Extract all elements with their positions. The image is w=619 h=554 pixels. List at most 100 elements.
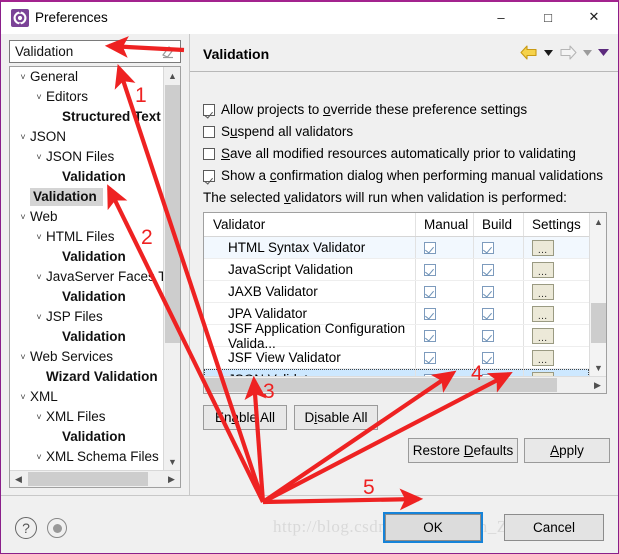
table-vertical-scroll-thumb[interactable] [591, 303, 606, 343]
build-checkbox-cell[interactable] [474, 281, 524, 302]
disable-all-button[interactable]: Disable All [294, 405, 378, 430]
manual-checkbox-cell[interactable] [416, 369, 474, 376]
build-checkbox-cell[interactable] [474, 303, 524, 324]
tree-item-validation[interactable]: Validation [10, 167, 163, 187]
build-checkbox[interactable] [482, 329, 494, 342]
manual-checkbox-cell[interactable] [416, 259, 474, 280]
back-arrow-icon[interactable] [519, 44, 539, 61]
tree-item-javaserver-faces-tools[interactable]: ˅JavaServer Faces Tools [10, 267, 163, 287]
tree-item-validation[interactable]: Validation [10, 187, 163, 207]
settings-cell[interactable]: … [524, 281, 584, 302]
tree-item-web[interactable]: ˅ Web [10, 207, 163, 227]
restore-defaults-button[interactable]: Restore Defaults [408, 438, 518, 463]
ellipsis-button-icon[interactable]: … [532, 327, 554, 344]
table-horizontal-scroll-thumb[interactable] [205, 378, 557, 392]
maximize-button[interactable]: □ [525, 2, 571, 32]
tree-vertical-scrollbar[interactable]: ▲ ▼ [163, 67, 180, 470]
checkbox-2[interactable] [203, 126, 215, 138]
settings-cell[interactable]: … [524, 369, 584, 376]
back-dropdown-caret-icon[interactable] [542, 44, 555, 61]
chevron-down-icon[interactable]: ˅ [32, 447, 46, 467]
tree-item-xml-schema-files[interactable]: ˅ XML Schema Files [10, 447, 163, 467]
manual-checkbox[interactable] [424, 307, 436, 320]
tree-item-xml[interactable]: ˅ XML [10, 387, 163, 407]
chevron-down-icon[interactable]: ˅ [32, 267, 46, 287]
option-checkbox-row-3[interactable]: Save all modified resources automaticall… [203, 146, 576, 165]
option-checkbox-row-2[interactable]: Suspend all validators [203, 124, 353, 143]
checkbox-1[interactable] [203, 104, 215, 116]
table-row[interactable]: JavaScript Validation… [204, 259, 589, 281]
tree-item-validation[interactable]: Validation [10, 327, 163, 347]
build-checkbox-cell[interactable] [474, 259, 524, 280]
column-header-validator[interactable]: Validator [204, 213, 416, 236]
clear-eraser-icon[interactable] [161, 45, 175, 59]
column-header-build[interactable]: Build [474, 213, 524, 236]
manual-checkbox-cell[interactable] [416, 303, 474, 324]
ellipsis-button-icon[interactable]: … [532, 305, 554, 322]
build-checkbox[interactable] [482, 307, 494, 320]
manual-checkbox-cell[interactable] [416, 347, 474, 368]
table-row[interactable]: HTML Syntax Validator… [204, 237, 589, 259]
manual-checkbox-cell[interactable] [416, 325, 474, 346]
chevron-up-icon[interactable]: ▲ [590, 213, 607, 230]
manual-checkbox[interactable] [424, 241, 436, 254]
build-checkbox-cell[interactable] [474, 325, 524, 346]
tree-item-wizard-validation[interactable]: Wizard Validation [10, 367, 163, 387]
build-checkbox[interactable] [482, 263, 494, 276]
table-row[interactable]: JAXB Validator… [204, 281, 589, 303]
chevron-down-icon[interactable]: ˅ [16, 347, 30, 367]
ok-button[interactable]: OK [385, 514, 481, 541]
chevron-down-icon[interactable]: ˅ [32, 227, 46, 247]
settings-cell[interactable]: … [524, 237, 584, 258]
tree-item-validation[interactable]: Validation [10, 427, 163, 447]
build-checkbox[interactable] [482, 285, 494, 298]
chevron-down-icon[interactable]: ˅ [16, 387, 30, 407]
tree-item-jsp-files[interactable]: ˅ JSP Files [10, 307, 163, 327]
minimize-button[interactable]: – [478, 2, 524, 32]
ellipsis-button-icon[interactable]: … [532, 239, 554, 256]
apply-button[interactable]: Apply [524, 438, 610, 463]
tree-horizontal-scroll-thumb[interactable] [28, 472, 148, 486]
build-checkbox[interactable] [482, 241, 494, 254]
chevron-down-icon[interactable]: ˅ [32, 307, 46, 327]
checkbox-4[interactable] [203, 170, 215, 182]
forward-arrow-icon[interactable] [558, 44, 578, 61]
manual-checkbox-cell[interactable] [416, 237, 474, 258]
chevron-right-icon[interactable]: ▶ [163, 471, 180, 487]
column-header-settings[interactable]: Settings [524, 213, 584, 236]
chevron-down-icon[interactable]: ˅ [16, 67, 30, 87]
chevron-down-icon[interactable]: ▼ [590, 359, 607, 376]
column-header-manual[interactable]: Manual [416, 213, 474, 236]
tree-item-web-services[interactable]: ˅ Web Services [10, 347, 163, 367]
forward-dropdown-caret-icon[interactable] [581, 44, 594, 61]
chevron-down-icon[interactable]: ▼ [164, 453, 181, 470]
validators-table[interactable]: Validator Manual Build Settings HTML Syntax … [203, 212, 607, 394]
manual-checkbox-cell[interactable] [416, 281, 474, 302]
ellipsis-button-icon[interactable]: … [532, 283, 554, 300]
close-button[interactable]: ✕ [571, 2, 617, 32]
help-question-icon[interactable]: ? [15, 517, 37, 539]
table-row[interactable]: JSF View Validator… [204, 347, 589, 369]
preferences-tree[interactable]: ˅General˅EditorsStructured Text Editors˅… [9, 66, 181, 488]
chevron-down-icon[interactable]: ˅ [32, 407, 46, 427]
ellipsis-button-icon[interactable]: … [532, 261, 554, 278]
ellipsis-button-icon[interactable]: … [532, 349, 554, 366]
filter-input-wrapper[interactable]: Validation [9, 40, 181, 63]
tree-item-structured-text-editors[interactable]: Structured Text Editors [10, 107, 163, 127]
chevron-left-icon[interactable]: ◀ [10, 471, 27, 487]
chevron-down-icon[interactable]: ˅ [16, 127, 30, 147]
build-checkbox-cell[interactable] [474, 237, 524, 258]
build-checkbox[interactable] [482, 351, 494, 364]
view-menu-caret-icon[interactable] [597, 44, 610, 61]
settings-cell[interactable]: … [524, 259, 584, 280]
chevron-up-icon[interactable]: ▲ [164, 67, 181, 84]
table-row[interactable]: JSON Validator… [204, 369, 589, 376]
filter-text-input[interactable]: Validation [15, 44, 150, 60]
checkbox-3[interactable] [203, 148, 215, 160]
manual-checkbox[interactable] [424, 285, 436, 298]
option-checkbox-row-4[interactable]: Show a confirmation dialog when performi… [203, 168, 603, 187]
tree-item-xml-files[interactable]: ˅ XML Files [10, 407, 163, 427]
cancel-button[interactable]: Cancel [504, 514, 604, 541]
table-row[interactable]: JSF Application Configuration Valida...… [204, 321, 589, 351]
chevron-right-icon[interactable]: ▶ [589, 377, 606, 393]
